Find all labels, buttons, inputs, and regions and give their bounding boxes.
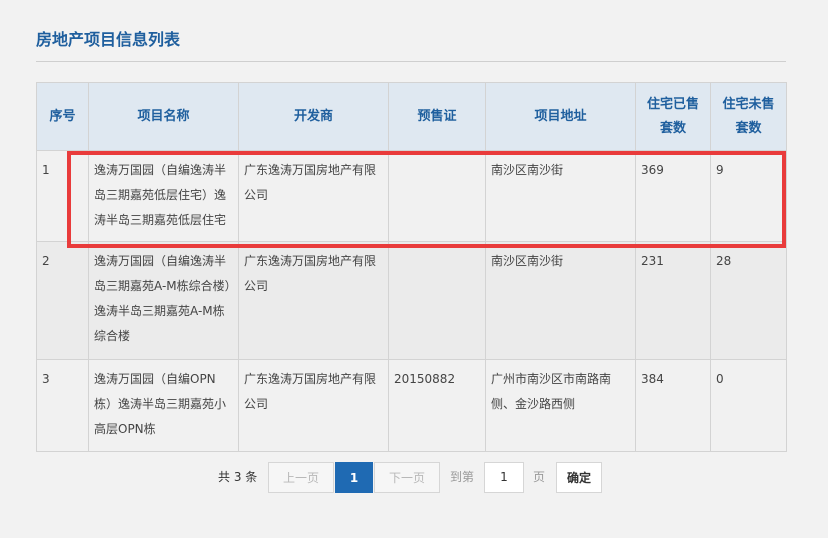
cell-address: 广州市南沙区市南路南侧、金沙路西侧 <box>485 359 636 452</box>
cell-unsold-units: 28 <box>710 241 787 360</box>
table-row: 3 逸涛万国园（自编OPN栋）逸涛半岛三期嘉苑小高层OPN栋 广东逸涛万国房地产… <box>36 359 787 452</box>
cell-presale-permit: 20150882 <box>388 359 486 452</box>
cell-project-name: 逸涛万国园（自编逸涛半岛三期嘉苑A-M栋综合楼）逸涛半岛三期嘉苑A-M栋综合楼 <box>88 241 239 360</box>
title-divider <box>36 61 786 62</box>
goto-page-input[interactable] <box>484 462 524 493</box>
pagination-total: 共 3 条 <box>218 470 258 484</box>
pagination: 共 3 条 上一页 1 下一页 到第 页 确定 <box>0 462 828 494</box>
cell-developer: 广东逸涛万国房地产有限公司 <box>238 150 389 242</box>
header-developer: 开发商 <box>238 82 389 151</box>
current-page-button[interactable]: 1 <box>335 462 373 493</box>
cell-index: 3 <box>36 359 89 452</box>
cell-developer: 广东逸涛万国房地产有限公司 <box>238 241 389 360</box>
goto-label: 到第 <box>450 470 475 484</box>
cell-project-name: 逸涛万国园（自编OPN栋）逸涛半岛三期嘉苑小高层OPN栋 <box>88 359 239 452</box>
cell-index: 1 <box>36 150 89 242</box>
cell-sold-units: 384 <box>635 359 711 452</box>
header-sold-units: 住宅已售套数 <box>635 82 711 151</box>
cell-sold-units: 231 <box>635 241 711 360</box>
cell-address: 南沙区南沙街 <box>485 241 636 360</box>
confirm-button[interactable]: 确定 <box>556 462 602 493</box>
cell-presale-permit <box>388 150 486 242</box>
header-presale-permit: 预售证 <box>388 82 486 151</box>
header-project-name: 项目名称 <box>88 82 239 151</box>
next-page-button[interactable]: 下一页 <box>374 462 440 493</box>
cell-address: 南沙区南沙街 <box>485 150 636 242</box>
cell-developer: 广东逸涛万国房地产有限公司 <box>238 359 389 452</box>
cell-project-name: 逸涛万国园（自编逸涛半岛三期嘉苑低层住宅）逸涛半岛三期嘉苑低层住宅 <box>88 150 239 242</box>
table-row: 2 逸涛万国园（自编逸涛半岛三期嘉苑A-M栋综合楼）逸涛半岛三期嘉苑A-M栋综合… <box>36 241 787 360</box>
cell-sold-units: 369 <box>635 150 711 242</box>
header-unsold-units: 住宅未售套数 <box>710 82 787 151</box>
header-address: 项目地址 <box>485 82 636 151</box>
header-index: 序号 <box>36 82 89 151</box>
cell-unsold-units: 0 <box>710 359 787 452</box>
prev-page-button[interactable]: 上一页 <box>268 462 334 493</box>
page-title: 房地产项目信息列表 <box>36 30 181 49</box>
cell-presale-permit <box>388 241 486 360</box>
table-header-row: 序号 项目名称 开发商 预售证 项目地址 住宅已售套数 住宅未售套数 <box>36 82 787 151</box>
cell-index: 2 <box>36 241 89 360</box>
page-unit-label: 页 <box>533 470 546 484</box>
project-table: 序号 项目名称 开发商 预售证 项目地址 住宅已售套数 住宅未售套数 1 逸涛万… <box>36 82 787 452</box>
cell-unsold-units: 9 <box>710 150 787 242</box>
table-row: 1 逸涛万国园（自编逸涛半岛三期嘉苑低层住宅）逸涛半岛三期嘉苑低层住宅 广东逸涛… <box>36 150 787 242</box>
